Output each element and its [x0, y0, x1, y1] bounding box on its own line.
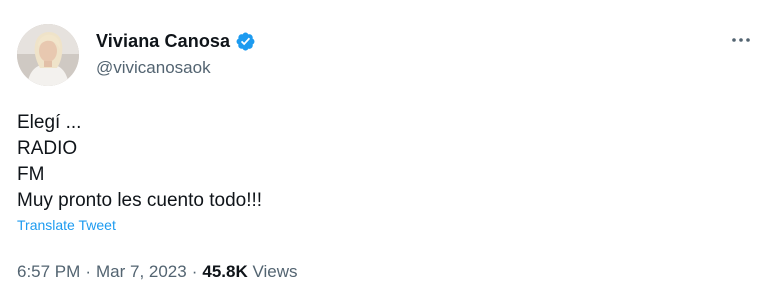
translate-tweet-link[interactable]: Translate Tweet	[17, 217, 116, 233]
author-display-name[interactable]: Viviana Canosa	[96, 31, 230, 52]
meta-separator: ·	[191, 262, 198, 281]
tweet-text-line: FM	[17, 164, 45, 185]
tweet-text: Elegí ... RADIO FM Muy pronto les cuento…	[17, 110, 262, 214]
tweet-meta: 6:57 PM · Mar 7, 2023 · 45.8K Views	[17, 262, 298, 282]
views-label: Views	[252, 262, 298, 281]
author-handle[interactable]: @vivicanosaok	[96, 58, 211, 78]
avatar-image	[17, 24, 79, 86]
tweet-card: Viviana Canosa @vivicanosaok Elegí ... R…	[0, 0, 768, 294]
tweet-text-line: RADIO	[17, 138, 78, 159]
meta-separator: ·	[85, 262, 91, 281]
views-count[interactable]: 45.8K	[202, 262, 247, 281]
more-horizontal-icon	[732, 38, 750, 42]
tweet-text-line: Elegí ...	[17, 112, 82, 133]
verified-badge-icon	[235, 31, 256, 52]
tweet-date[interactable]: Mar 7, 2023	[96, 262, 187, 281]
tweet-time[interactable]: 6:57 PM	[17, 262, 80, 281]
author-name-row: Viviana Canosa	[96, 31, 256, 52]
tweet-text-line: Muy pronto les cuento todo!!!	[17, 190, 263, 211]
avatar[interactable]	[17, 24, 79, 86]
more-options-button[interactable]	[728, 30, 754, 50]
